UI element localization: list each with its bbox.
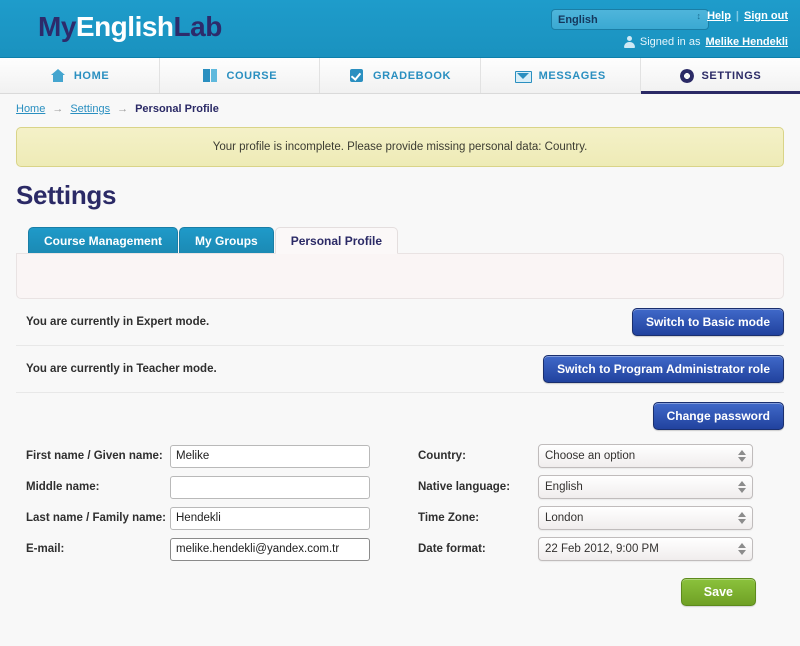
- logo-part-lab: Lab: [173, 11, 223, 42]
- save-button[interactable]: Save: [680, 578, 756, 606]
- spinner-arrows-icon: [738, 449, 747, 463]
- field-row-middle-name: Middle name:: [16, 475, 400, 499]
- breadcrumb: Home → Settings → Personal Profile: [0, 94, 800, 115]
- language-select[interactable]: English ↕: [551, 9, 709, 30]
- switch-to-program-administrator-button[interactable]: Switch to Program Administrator role: [543, 355, 784, 383]
- label-native-language: Native language:: [418, 481, 511, 493]
- date-format-select-value: 22 Feb 2012, 9:00 PM: [545, 543, 659, 555]
- teacher-mode-text: You are currently in Teacher mode.: [26, 363, 217, 375]
- site-header: MyEnglishLab English ↕ Help | Sign out Sig…: [0, 0, 800, 58]
- nav-item-course[interactable]: COURSE: [160, 58, 321, 93]
- nav-label-home: HOME: [73, 69, 110, 82]
- country-select-value: Choose an option: [545, 450, 636, 462]
- tab-my-groups[interactable]: My Groups: [179, 227, 274, 253]
- alert-message: Your profile is incomplete. Please provi…: [212, 141, 588, 153]
- nav-item-settings[interactable]: SETTINGS: [640, 58, 800, 94]
- native-language-select-value: English: [545, 481, 583, 493]
- country-select[interactable]: Choose an option: [538, 444, 753, 468]
- expert-mode-row: You are currently in Expert mode. Switch…: [16, 299, 784, 346]
- label-email: E-mail:: [26, 543, 65, 555]
- label-time-zone: Time Zone:: [418, 512, 480, 524]
- spinner-arrows-icon: [738, 480, 747, 494]
- field-row-first-name: First name / Given name:: [16, 444, 400, 468]
- field-row-country: Country: Choose an option: [408, 444, 784, 468]
- spinner-arrows-icon: [738, 511, 747, 525]
- settings-tabs: Course Management My Groups Personal Pro…: [28, 227, 800, 254]
- breadcrumb-home[interactable]: Home: [16, 103, 45, 115]
- app-root: MyEnglishLab English ↕ Help | Sign out Sig…: [0, 0, 800, 646]
- tab-content-panel: [16, 253, 784, 299]
- label-first-name: First name / Given name:: [26, 450, 163, 462]
- header-links: Help | Sign out: [707, 10, 788, 22]
- logo-part-english: English: [75, 11, 174, 42]
- header-link-separator: |: [735, 10, 739, 22]
- label-last-name: Last name / Family name:: [26, 512, 166, 524]
- breadcrumb-arrow-icon: →: [52, 103, 64, 115]
- envelope-icon: [514, 68, 532, 84]
- field-row-time-zone: Time Zone: London: [408, 506, 784, 530]
- signed-in-status: Signed in as Melike Hendekli: [623, 36, 788, 48]
- form-column-right: Country: Choose an option Native languag…: [400, 444, 784, 568]
- change-password-row: Change password: [16, 393, 784, 438]
- switch-to-basic-mode-button[interactable]: Switch to Basic mode: [631, 308, 784, 336]
- breadcrumb-arrow-icon-2: →: [117, 103, 129, 115]
- tab-label-personal-profile: Personal Profile: [290, 233, 383, 248]
- tab-personal-profile[interactable]: Personal Profile: [274, 227, 399, 254]
- spinner-arrows-icon: [738, 542, 747, 556]
- tab-label-my-groups: My Groups: [195, 233, 258, 248]
- change-password-button[interactable]: Change password: [652, 401, 784, 430]
- date-format-select[interactable]: 22 Feb 2012, 9:00 PM: [538, 537, 753, 561]
- breadcrumb-settings[interactable]: Settings: [70, 103, 110, 115]
- sign-out-link[interactable]: Sign out: [744, 10, 788, 22]
- nav-label-gradebook: GRADEBOOK: [372, 69, 452, 82]
- help-link[interactable]: Help: [707, 10, 731, 22]
- nav-item-messages[interactable]: MESSAGES: [481, 58, 641, 93]
- time-zone-select-value: London: [545, 512, 584, 524]
- last-name-input[interactable]: [170, 506, 370, 530]
- home-icon: [50, 68, 66, 84]
- native-language-select[interactable]: English: [538, 475, 753, 499]
- breadcrumb-current: Personal Profile: [135, 103, 219, 115]
- teacher-mode-row: You are currently in Teacher mode. Switc…: [16, 346, 784, 393]
- profile-incomplete-alert: Your profile is incomplete. Please provi…: [16, 127, 784, 167]
- language-select-value: English: [558, 14, 598, 26]
- tab-course-management[interactable]: Course Management: [28, 227, 179, 253]
- nav-label-settings: SETTINGS: [701, 69, 762, 82]
- first-name-input[interactable]: [170, 444, 370, 468]
- label-date-format: Date format:: [418, 543, 486, 555]
- logo[interactable]: MyEnglishLab: [38, 10, 222, 44]
- signed-in-user-link[interactable]: Melike Hendekli: [705, 36, 788, 48]
- field-row-date-format: Date format: 22 Feb 2012, 9:00 PM: [408, 537, 784, 561]
- nav-label-messages: MESSAGES: [538, 69, 606, 82]
- nav-item-home[interactable]: HOME: [0, 58, 161, 93]
- gear-icon: [679, 69, 694, 83]
- logo-part-my: My: [38, 11, 76, 42]
- field-row-last-name: Last name / Family name:: [16, 506, 400, 530]
- spinner-arrows-icon: ↕: [696, 11, 702, 21]
- nav-label-course: COURSE: [226, 69, 278, 82]
- field-row-email: E-mail:: [16, 537, 400, 561]
- page-title: Settings: [16, 180, 117, 210]
- field-row-native-language: Native language: English: [408, 475, 784, 499]
- main-nav: HOME COURSE GRADEBOOK MESSAGES SETTINGS: [0, 58, 800, 94]
- checkbox-icon: [349, 68, 365, 84]
- book-icon: [202, 68, 218, 84]
- label-country: Country:: [418, 450, 466, 462]
- middle-name-input[interactable]: [170, 475, 370, 499]
- time-zone-select[interactable]: London: [538, 506, 753, 530]
- label-middle-name: Middle name:: [26, 481, 100, 493]
- save-row: Save: [16, 578, 784, 606]
- form-column-left: First name / Given name: Middle name: La…: [16, 444, 400, 568]
- expert-mode-text: You are currently in Expert mode.: [26, 316, 210, 328]
- nav-item-gradebook[interactable]: GRADEBOOK: [320, 58, 481, 93]
- email-input[interactable]: [170, 537, 370, 561]
- tab-label-course-management: Course Management: [44, 233, 163, 248]
- user-icon: [623, 36, 635, 48]
- signed-in-prefix: Signed in as: [639, 36, 701, 48]
- personal-profile-form: First name / Given name: Middle name: La…: [16, 444, 784, 568]
